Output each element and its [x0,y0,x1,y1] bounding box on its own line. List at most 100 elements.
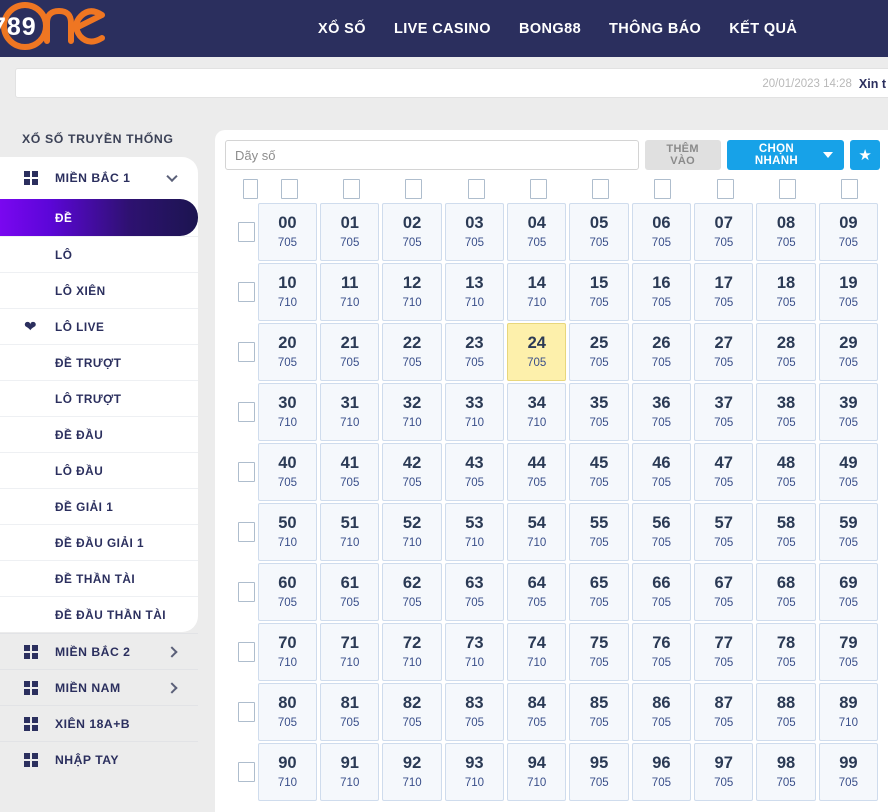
row-checkbox-9[interactable] [238,762,255,782]
column-checkbox-4[interactable] [529,179,547,199]
column-checkbox-3[interactable] [467,179,485,199]
column-checkbox-5[interactable] [592,179,610,199]
number-cell-46[interactable]: 46 705 [631,443,692,501]
number-cell-91[interactable]: 91 710 [320,743,380,801]
add-button[interactable]: THÊM VÀO [644,140,721,170]
number-cell-31[interactable]: 31 710 [320,383,380,441]
number-cell-45[interactable]: 45 705 [569,443,629,501]
number-sequence-input[interactable] [225,140,639,170]
select-all-checkbox[interactable] [243,179,258,199]
sidebar-item-de-dau[interactable]: ĐỀ ĐẦU [0,416,198,452]
number-cell-07[interactable]: 07 705 [694,203,754,261]
number-cell-11[interactable]: 11 710 [320,263,380,321]
number-cell-81[interactable]: 81 705 [320,683,380,741]
nav-item-ket-qua[interactable]: KẾT QUẢ [729,21,797,37]
number-cell-72[interactable]: 72 710 [382,623,442,681]
sidebar-item-lo-live[interactable]: ❤ LÔ LIVE [0,308,198,344]
chevron-down-icon[interactable] [166,170,178,183]
sidebar-item-lo-truot[interactable]: LÔ TRƯỢT [0,380,198,416]
number-cell-62[interactable]: 62 705 [382,563,442,621]
row-checkbox-0[interactable] [238,222,255,242]
number-cell-18[interactable]: 18 705 [756,263,816,321]
sidebar-item-lo-dau[interactable]: LÔ ĐẦU [0,452,198,488]
number-cell-54[interactable]: 54 710 [507,503,567,561]
number-cell-27[interactable]: 27 705 [694,323,754,381]
site-logo[interactable]: 789 [0,0,130,57]
number-cell-47[interactable]: 47 705 [694,443,754,501]
number-cell-94[interactable]: 94 710 [507,743,567,801]
column-checkbox-0[interactable] [280,179,298,199]
number-cell-38[interactable]: 38 705 [756,383,816,441]
number-cell-88[interactable]: 88 705 [756,683,816,741]
number-cell-64[interactable]: 64 705 [507,563,567,621]
chevron-right-icon[interactable] [166,681,178,694]
number-cell-59[interactable]: 59 705 [818,503,879,561]
quick-select-button[interactable]: CHỌN NHANH [726,140,845,170]
nav-item-xo-so[interactable]: XỔ SỐ [318,21,366,37]
number-cell-29[interactable]: 29 705 [818,323,879,381]
number-cell-00[interactable]: 00 705 [257,203,318,261]
sidebar-item-de[interactable]: ĐỀ [0,199,198,236]
number-cell-15[interactable]: 15 705 [569,263,629,321]
number-cell-92[interactable]: 92 710 [382,743,442,801]
number-cell-97[interactable]: 97 705 [694,743,754,801]
number-cell-43[interactable]: 43 705 [444,443,505,501]
number-cell-75[interactable]: 75 705 [569,623,629,681]
nav-item-thong-bao[interactable]: THÔNG BÁO [609,21,701,37]
column-checkbox-7[interactable] [716,179,734,199]
number-cell-16[interactable]: 16 705 [631,263,692,321]
number-cell-57[interactable]: 57 705 [694,503,754,561]
number-cell-21[interactable]: 21 705 [320,323,380,381]
column-checkbox-8[interactable] [779,179,797,199]
row-checkbox-5[interactable] [238,522,255,542]
column-checkbox-1[interactable] [342,179,360,199]
number-cell-63[interactable]: 63 705 [444,563,505,621]
marquee-banner[interactable]: 20/01/2023 14:28 Xin t [15,68,888,98]
number-cell-68[interactable]: 68 705 [756,563,816,621]
favorite-button[interactable]: ★ [850,140,881,170]
number-cell-30[interactable]: 30 710 [257,383,318,441]
number-cell-58[interactable]: 58 705 [756,503,816,561]
number-cell-89[interactable]: 89 710 [818,683,879,741]
row-checkbox-3[interactable] [238,402,255,422]
row-checkbox-4[interactable] [238,462,255,482]
number-cell-52[interactable]: 52 710 [382,503,442,561]
number-cell-05[interactable]: 05 705 [569,203,629,261]
row-checkbox-2[interactable] [238,342,255,362]
number-cell-78[interactable]: 78 705 [756,623,816,681]
number-cell-67[interactable]: 67 705 [694,563,754,621]
number-cell-34[interactable]: 34 710 [507,383,567,441]
row-checkbox-7[interactable] [238,642,255,662]
number-cell-22[interactable]: 22 705 [382,323,442,381]
number-cell-24[interactable]: 24 705 [507,323,567,381]
number-cell-41[interactable]: 41 705 [320,443,380,501]
number-cell-48[interactable]: 48 705 [756,443,816,501]
number-cell-35[interactable]: 35 705 [569,383,629,441]
number-cell-86[interactable]: 86 705 [631,683,692,741]
sidebar-item-de-dau-than-tai[interactable]: ĐỀ ĐẦU THẦN TÀI [0,596,198,632]
number-cell-06[interactable]: 06 705 [631,203,692,261]
number-cell-28[interactable]: 28 705 [756,323,816,381]
number-cell-95[interactable]: 95 705 [569,743,629,801]
number-cell-83[interactable]: 83 705 [444,683,505,741]
sidebar-item-de-truot[interactable]: ĐỀ TRƯỢT [0,344,198,380]
sidebar-item-de-than-tai[interactable]: ĐỀ THẦN TÀI [0,560,198,596]
number-cell-23[interactable]: 23 705 [444,323,505,381]
number-cell-37[interactable]: 37 705 [694,383,754,441]
number-cell-84[interactable]: 84 705 [507,683,567,741]
number-cell-12[interactable]: 12 710 [382,263,442,321]
row-checkbox-8[interactable] [238,702,255,722]
number-cell-96[interactable]: 96 705 [631,743,692,801]
sidebar-group-mien-bac-1[interactable]: MIỀN BẮC 1 [0,157,198,199]
number-cell-76[interactable]: 76 705 [631,623,692,681]
number-cell-61[interactable]: 61 705 [320,563,380,621]
number-cell-17[interactable]: 17 705 [694,263,754,321]
number-cell-98[interactable]: 98 705 [756,743,816,801]
number-cell-87[interactable]: 87 705 [694,683,754,741]
number-cell-56[interactable]: 56 705 [631,503,692,561]
number-cell-33[interactable]: 33 710 [444,383,505,441]
nav-item-bong88[interactable]: BONG88 [519,21,581,37]
number-cell-77[interactable]: 77 705 [694,623,754,681]
number-cell-49[interactable]: 49 705 [818,443,879,501]
number-cell-65[interactable]: 65 705 [569,563,629,621]
